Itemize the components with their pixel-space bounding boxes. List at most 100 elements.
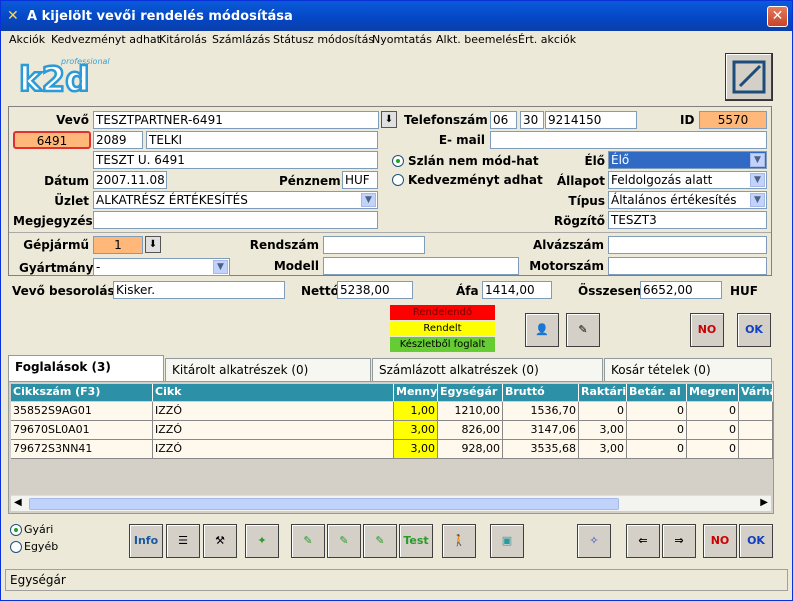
motor-field[interactable] (608, 257, 767, 275)
vevo-field[interactable]: TESZTPARTNER-6491 (93, 111, 379, 129)
col-cikkszam[interactable]: Cikkszám (F3) (11, 384, 153, 401)
person-edit-button[interactable]: 👤 (525, 313, 559, 347)
rogzito-field[interactable]: TESZT3 (608, 211, 767, 229)
menu-szamlazas[interactable]: Számlázás (212, 33, 270, 46)
package-button[interactable]: ▣ (490, 524, 524, 558)
netto-field[interactable]: 5238,00 (337, 281, 413, 299)
tool-edit-3-button[interactable]: ✎ (363, 524, 397, 558)
grid-cell[interactable]: 0 (579, 402, 627, 421)
grid-cell[interactable]: 0 (687, 440, 739, 459)
zip-field[interactable]: 2089 (93, 131, 143, 149)
close-button[interactable]: ✕ (767, 6, 788, 27)
grid-cell[interactable]: 0 (627, 421, 687, 440)
gepjarmu-lookup-button[interactable]: ⬇ (145, 236, 161, 253)
tab-kitarolt[interactable]: Kitárolt alkatrészek (0) (165, 358, 371, 382)
col-raktari[interactable]: Raktári (579, 384, 627, 401)
osszesen-field[interactable]: 6652,00 (640, 281, 722, 299)
grid-cell[interactable]: 35852S9AG01 (11, 402, 153, 421)
grid-cell[interactable]: 0 (687, 402, 739, 421)
ok-button[interactable]: OK (737, 313, 771, 347)
tool-edit-1-button[interactable]: ✎ (291, 524, 325, 558)
street-field[interactable]: TESZT U. 6491 (93, 151, 378, 169)
scroll-right-icon[interactable]: ▶ (760, 497, 768, 508)
horizontal-scrollbar[interactable]: ◀ ▶ (11, 495, 771, 511)
col-cikk[interactable]: Cikk (153, 384, 394, 401)
grid-cell[interactable]: 1536,70 (503, 402, 579, 421)
person-exit-button[interactable]: 🚶 (442, 524, 476, 558)
menu-statusz[interactable]: Státusz módosítás (273, 33, 374, 46)
move-left-button[interactable]: ⇐ (626, 524, 660, 558)
tel1-field[interactable]: 06 (490, 111, 517, 129)
rendszam-field[interactable] (323, 236, 425, 254)
col-menny[interactable]: Menny (394, 384, 438, 401)
gyarto-select[interactable]: - ▼ (93, 258, 230, 276)
edit-document-button[interactable] (725, 53, 773, 101)
tool-edit-2-button[interactable]: ✎ (327, 524, 361, 558)
menu-ert-akciok[interactable]: Ért. akciók (518, 33, 576, 46)
col-egysegar[interactable]: Egységár (438, 384, 503, 401)
szlan-radio[interactable] (392, 155, 404, 167)
penznem-field[interactable]: HUF (342, 171, 378, 189)
grid-cell[interactable]: 0 (627, 402, 687, 421)
document-edit-button[interactable]: ✎ (566, 313, 600, 347)
col-betar[interactable]: Betár. al (627, 384, 687, 401)
grid-cell[interactable] (739, 421, 773, 440)
city-field[interactable]: TELKI (146, 131, 378, 149)
no-button[interactable]: NO (690, 313, 724, 347)
alvaz-field[interactable] (608, 236, 767, 254)
grid-cell[interactable]: 0 (687, 421, 739, 440)
test-button[interactable]: Test (399, 524, 433, 558)
egyeb-radio[interactable] (10, 541, 22, 553)
tipus-select[interactable]: Általános értékesítés ▼ (608, 191, 767, 209)
grid-cell[interactable] (739, 440, 773, 459)
grid-cell[interactable]: 3,00 (394, 440, 438, 459)
kedv-radio[interactable] (392, 174, 404, 186)
megj-field[interactable] (93, 211, 378, 229)
spray-button[interactable]: ✦ (245, 524, 279, 558)
grid-cell[interactable]: 826,00 (438, 421, 503, 440)
tel3-field[interactable]: 9214150 (545, 111, 637, 129)
col-brutto[interactable]: Bruttó (503, 384, 579, 401)
menu-kedvezmeny[interactable]: Kedvezményt adhat (51, 33, 161, 46)
allapot-select[interactable]: Feldolgozás alatt ▼ (608, 171, 767, 189)
grid-cell[interactable]: 79670SL0A01 (11, 421, 153, 440)
ok-button-bottom[interactable]: OK (739, 524, 773, 558)
grid-cell[interactable]: 928,00 (438, 440, 503, 459)
grid-cell[interactable]: 3,00 (579, 421, 627, 440)
grid-cell[interactable]: 79672S3NN41 (11, 440, 153, 459)
grid-cell[interactable]: 3,00 (394, 421, 438, 440)
grid-cell[interactable]: IZZÓ (153, 440, 394, 459)
email-field[interactable] (490, 131, 767, 149)
magic-wand-button[interactable]: ✧ (577, 524, 611, 558)
grid-cell[interactable]: 3535,68 (503, 440, 579, 459)
elo-select[interactable]: Élő ▼ (608, 151, 767, 169)
modell-field[interactable] (323, 257, 519, 275)
datum-field[interactable]: 2007.11.08. (93, 171, 167, 189)
grid-cell[interactable]: IZZÓ (153, 402, 394, 421)
tab-kosar[interactable]: Kosár tételek (0) (604, 358, 772, 382)
grid-cell[interactable]: 3,00 (579, 440, 627, 459)
vevo-lookup-button[interactable]: ⬇ (381, 111, 397, 128)
gyari-radio[interactable] (10, 524, 22, 536)
grid-cell[interactable]: IZZÓ (153, 421, 394, 440)
tel2-field[interactable]: 30 (520, 111, 544, 129)
uzlet-select[interactable]: ALKATRÉSZ ÉRTÉKESÍTÉS ▼ (93, 191, 378, 209)
grid-cell[interactable]: 1,00 (394, 402, 438, 421)
partner-id-field[interactable]: 6491 (13, 131, 91, 149)
col-varha[interactable]: Várha (739, 384, 773, 401)
scroll-thumb[interactable] (29, 498, 619, 510)
tab-foglalasok[interactable]: Foglalások (3) (8, 355, 164, 382)
tab-szamlazott[interactable]: Számlázott alkatrészek (0) (372, 358, 603, 382)
menu-alkt-beemeles[interactable]: Alkt. beemelés (436, 33, 518, 46)
list-button[interactable]: ☰ (166, 524, 200, 558)
menu-nyomtatas[interactable]: Nyomtatás (372, 33, 432, 46)
move-right-button[interactable]: ⇒ (662, 524, 696, 558)
tools-button[interactable]: ⚒ (203, 524, 237, 558)
menu-kitarolas[interactable]: Kitárolás (159, 33, 207, 46)
no-button-bottom[interactable]: NO (703, 524, 737, 558)
menu-akciok[interactable]: Akciók (9, 33, 45, 46)
col-megren[interactable]: Megren (687, 384, 739, 401)
scroll-left-icon[interactable]: ◀ (14, 497, 22, 508)
besorolas-field[interactable]: Kisker. (113, 281, 285, 299)
grid-cell[interactable]: 1210,00 (438, 402, 503, 421)
